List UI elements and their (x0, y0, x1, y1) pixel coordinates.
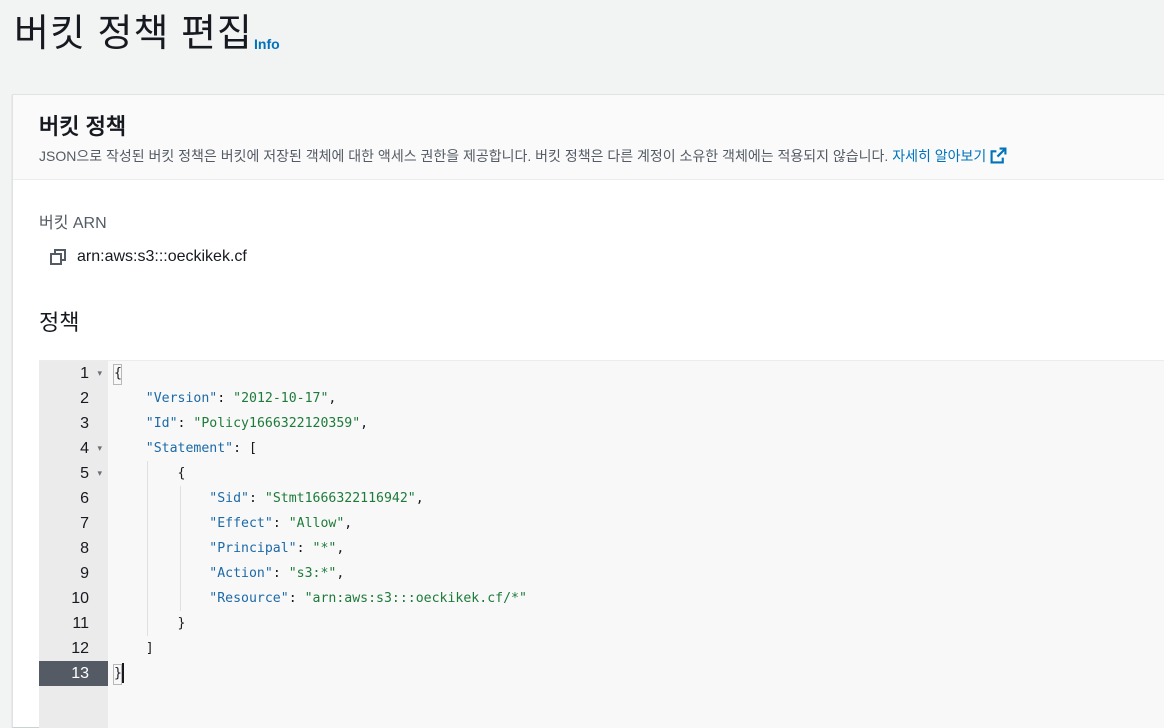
line-number-text: 4 (80, 440, 89, 457)
line-number: 1 ▾ (39, 361, 108, 386)
line-number: 5 ▾ (39, 461, 108, 486)
line-number-text: 9 (80, 565, 89, 582)
panel-header: 버킷 정책 JSON으로 작성된 버킷 정책은 버킷에 저장된 객체에 대한 액… (13, 95, 1164, 180)
line-number-text: 10 (71, 590, 89, 607)
line-number: 4 ▾ (39, 436, 108, 461)
json-string: "*" (312, 541, 337, 556)
code-line-13: } (114, 661, 122, 686)
json-string: "Stmt1666322116942" (264, 491, 416, 506)
page-title: 버킷 정책 편집 (14, 13, 253, 55)
line-number-text: 8 (80, 540, 89, 557)
code-line-4: "Statement": [ (114, 436, 257, 461)
code-line-9: "Action": "s3:*", (209, 566, 345, 581)
bucket-arn-label: 버킷 ARN (39, 215, 107, 232)
learn-more-label[interactable]: 자세히 알아보기 (892, 148, 986, 164)
json-key: "Effect" (209, 516, 273, 531)
code-token: } (177, 616, 186, 631)
text-cursor (122, 663, 124, 683)
line-number: 3 (39, 411, 108, 436)
info-link[interactable]: Info (254, 36, 280, 52)
code-line-7: "Effect": "Allow", (209, 516, 353, 531)
json-key: "Action" (209, 566, 273, 581)
json-key: "Statement" (145, 441, 234, 456)
copy-icon[interactable] (49, 248, 67, 266)
json-key: "Sid" (209, 491, 249, 506)
code-token: : [ (233, 441, 257, 456)
line-number-text: 3 (80, 415, 89, 432)
line-number-text: 6 (80, 490, 89, 507)
bucket-policy-panel: 버킷 정책 JSON으로 작성된 버킷 정책은 버킷에 저장된 객체에 대한 액… (12, 94, 1164, 728)
code-line-5: { (114, 461, 186, 486)
line-number: 11 (39, 611, 108, 636)
code-line-2: "Version": "2012-10-17", (145, 391, 337, 406)
page-header: 버킷 정책 편집 Info (0, 0, 1164, 94)
code-token: ] (145, 641, 154, 656)
bucket-arn-row: arn:aws:s3:::oeckikek.cf (49, 246, 247, 268)
line-number-text: 11 (72, 615, 89, 632)
panel-title: 버킷 정책 (39, 114, 127, 139)
json-key: "Id" (145, 416, 178, 431)
code-token: { (114, 366, 122, 381)
json-key: "Principal" (209, 541, 297, 556)
code-line-8: "Principal": "*", (209, 541, 345, 556)
code-line-3: "Id": "Policy1666322120359", (145, 416, 369, 431)
code-line-11: } (114, 611, 186, 636)
line-number: 2 (39, 386, 108, 411)
code-line-1: { (114, 361, 122, 386)
panel-description-text: JSON으로 작성된 버킷 정책은 버킷에 저장된 객체에 대한 액세스 권한을… (39, 148, 889, 164)
code-line-12: ] (114, 636, 154, 661)
json-string: "Policy1666322120359" (193, 416, 361, 431)
line-number-text: 13 (71, 665, 89, 682)
policy-label: 정책 (39, 310, 80, 335)
json-string: "arn:aws:s3:::oeckikek.cf/*" (304, 591, 527, 606)
fold-toggle-icon[interactable]: ▾ (97, 436, 102, 461)
json-string: "Allow" (288, 516, 345, 531)
code-token: { (177, 466, 186, 481)
line-number: 12 (39, 636, 108, 661)
line-number-text: 7 (80, 515, 89, 532)
editor-gutter: 1 ▾ 2 3 4 ▾ 5 ▾ 6 7 8 9 10 11 12 13 (39, 361, 108, 728)
line-number: 13 (39, 661, 108, 686)
line-number: 9 (39, 561, 108, 586)
learn-more-link[interactable]: 자세히 알아보기 (892, 147, 1007, 164)
line-number-text: 1 (80, 365, 89, 382)
editor-code-area[interactable]: { "Version": "2012-10-17", "Id": "Policy… (108, 361, 1164, 728)
json-string: "s3:*" (288, 566, 337, 581)
code-token: } (114, 666, 122, 681)
json-key: "Version" (145, 391, 218, 406)
line-number: 8 (39, 536, 108, 561)
fold-toggle-icon[interactable]: ▾ (97, 461, 102, 486)
code-line-10: "Resource": "arn:aws:s3:::oeckikek.cf/*" (209, 591, 527, 606)
line-number-text: 5 (80, 465, 89, 482)
line-number-text: 2 (80, 390, 89, 407)
bucket-arn-value: arn:aws:s3:::oeckikek.cf (77, 248, 247, 265)
json-string: "2012-10-17" (233, 391, 329, 406)
code-line-6: "Sid": "Stmt1666322116942", (209, 491, 424, 506)
fold-toggle-icon[interactable]: ▾ (97, 361, 102, 386)
policy-code-editor[interactable]: 1 ▾ 2 3 4 ▾ 5 ▾ 6 7 8 9 10 11 12 13 { "Version": "2012-… (39, 360, 1164, 728)
json-key: "Resource" (209, 591, 289, 606)
external-link-icon[interactable] (990, 147, 1007, 164)
line-number: 7 (39, 511, 108, 536)
line-number: 6 (39, 486, 108, 511)
line-number: 10 (39, 586, 108, 611)
line-number-text: 12 (71, 640, 89, 657)
panel-description: JSON으로 작성된 버킷 정책은 버킷에 저장된 객체에 대한 액세스 권한을… (39, 146, 1007, 166)
